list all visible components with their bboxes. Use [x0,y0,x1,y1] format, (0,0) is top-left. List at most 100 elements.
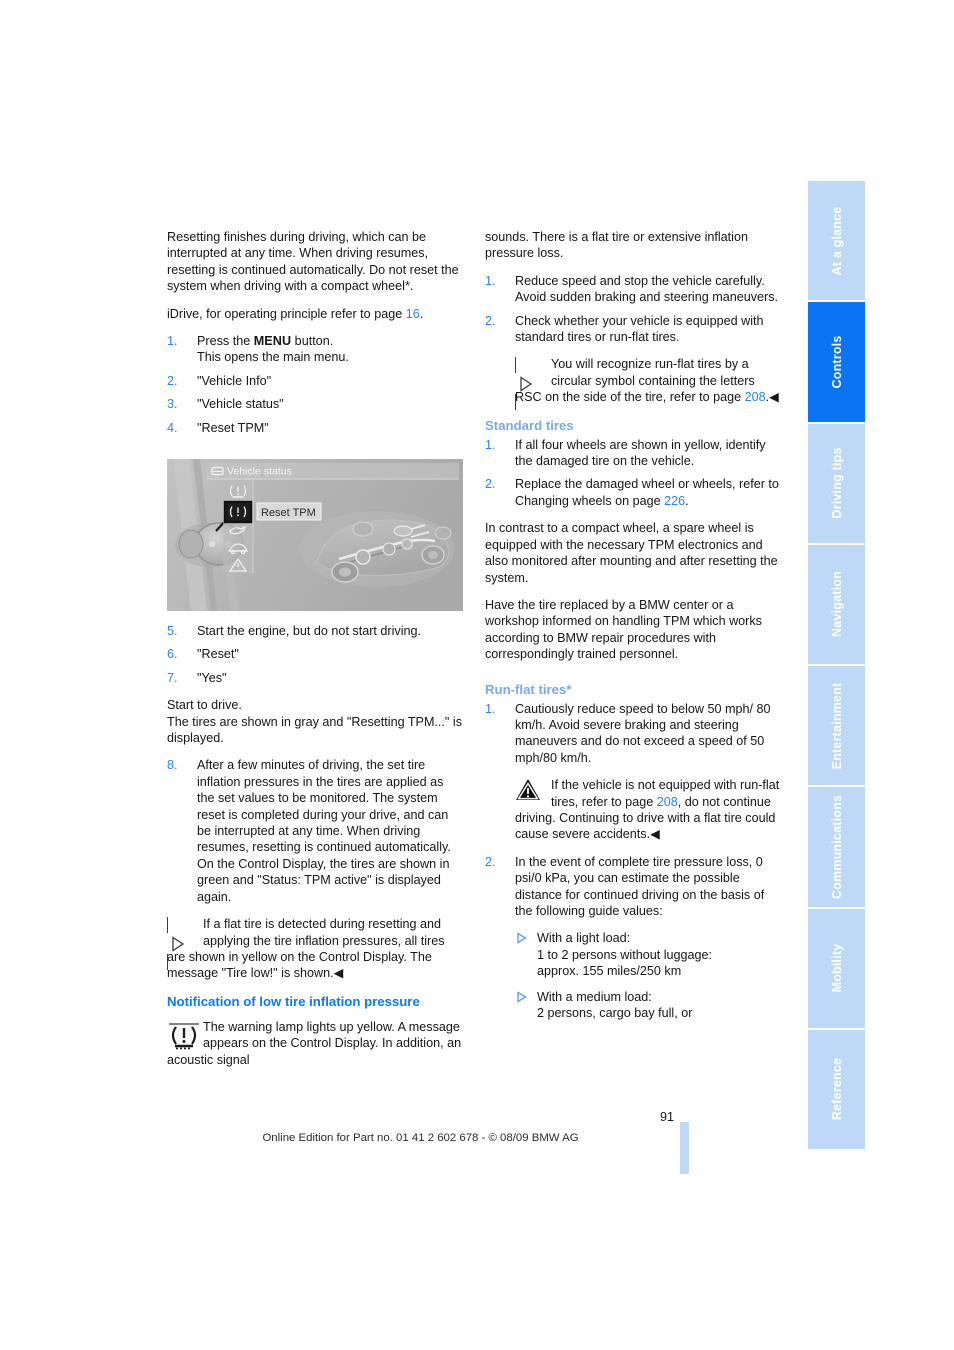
idrive-reference-text: iDrive, for operating principle refer to… [167,306,406,321]
tab-label: Reference [829,1058,844,1121]
step-item: 2. Check whether your vehicle is equipped… [485,313,780,346]
continuation-paragraph: sounds. There is a flat tire or extensiv… [485,230,748,261]
figure-menu-item-label: Reset TPM [261,507,316,519]
tpm-warning-lamp-icon [169,1023,199,1049]
page-ref-208b[interactable]: 208 [657,795,678,809]
warning-lamp-text: The warning lamp lights up yellow. A mes… [167,1019,462,1067]
step-item: 2. In the event of complete tire pressure… [485,854,780,920]
step-item: 6. "Reset" [167,646,462,662]
idrive-reference-line: iDrive, for operating principle refer to… [167,306,462,322]
guide-line-1: With a light load: [537,931,631,946]
step-item: 1. Reduce speed and stop the vehicle care… [485,273,780,306]
start-to-drive-line1: Start to drive. [167,698,242,713]
tab-mobility[interactable]: Mobility [808,908,865,1030]
step-item: 1. Press the MENU button. This opens the … [167,333,462,366]
step-text: "Vehicle Info" [197,373,272,388]
tab-label: Communications [829,794,844,899]
note-text: If a flat tire is detected during resett… [167,917,445,981]
triangle-bullet-icon [516,990,527,1003]
steps-list-5-7: 5. Start the engine, but do not start dri… [167,623,462,686]
step-item: 4. "Reset TPM" [167,420,462,436]
start-to-drive-line2: The tires are shown in gray and "Resetti… [167,714,462,746]
tab-label: Entertainment [829,682,844,769]
step-number: 3. [167,397,178,412]
step-text: "Yes" [197,670,227,685]
footer-accent-bar [680,1122,689,1174]
step-text: If all four wheels are shown in yellow, … [515,437,766,469]
vehicle-chassis-illustration [299,511,455,587]
tab-entertainment[interactable]: Entertainment [808,666,865,788]
step-text: "Vehicle status" [197,397,284,412]
note-icon-wrap [515,357,545,410]
step-number: 6. [167,647,178,662]
section-tab-strip: At a glance Controls Driving tips Naviga… [808,181,865,1149]
intro-paragraph: Resetting finishes during driving, which… [167,230,459,294]
step-number: 5. [167,624,178,638]
note-icon-wrap [167,917,197,970]
step-text: "Reset TPM" [197,420,269,435]
tab-label: Driving tips [829,447,844,519]
step-number: 1. [485,701,496,716]
menu-button-label: MENU [253,334,292,349]
step-text-second-line: This opens the main menu. [197,350,349,365]
figure-inner: Vehicle status Reset TPM [167,459,463,611]
page-ref-226[interactable]: 226 [664,494,685,508]
steps-list-1-4: 1. Press the MENU button. This opens the … [167,333,462,436]
heading-run-flat-tires: Run-flat tires* [485,681,572,697]
step-text: In the event of complete tire pressure l… [515,854,765,918]
tab-at-a-glance[interactable]: At a glance [808,181,865,303]
tab-label: Navigation [829,571,844,638]
step-text: Press the [197,334,254,349]
idrive-reference-period: . [419,306,424,321]
step-text: Check whether your vehicle is equipped w… [515,313,764,345]
note-end-mark: ◀ [650,827,660,842]
guide-values-list: With a light load: 1 to 2 persons withou… [515,930,780,1021]
step-number: 2. [485,854,496,869]
step-item: 8. After a few minutes of driving, the se… [167,757,462,905]
reset-tpm-icon [223,500,253,524]
guide-line-2: 2 persons, cargo bay full, or [537,1006,693,1021]
step-item: 1. Cautiously reduce speed to below 50 mp… [485,701,780,767]
steps-list-run-flat-1: 1. Cautiously reduce speed to below 50 mp… [485,701,780,767]
tab-driving-tips[interactable]: Driving tips [808,423,865,545]
step-number: 7. [167,670,178,685]
right-text-column: sounds. There is a flat tire or extensiv… [485,229,780,1029]
step-text: "Reset" [197,647,239,662]
page-ref-16[interactable]: 16 [406,307,420,321]
step-text: Start the engine, but do not start drivi… [197,624,422,638]
step-number: 1. [485,273,496,288]
step-item: 3. "Vehicle status" [167,396,462,412]
note-end-mark: ◀ [333,966,344,981]
guide-line-2: 1 to 2 persons without luggage: [537,947,713,962]
heading-standard-tires: Standard tires [485,417,574,433]
tab-reference[interactable]: Reference [808,1029,865,1149]
heading-notification-low-pressure: Notification of low tire inflation press… [167,993,420,1009]
step-number: 2. [485,477,496,492]
note-end-mark: ◀ [769,390,779,405]
warning-icon-wrap [515,778,545,804]
tab-label: Controls [829,335,844,389]
guide-line-3: approx. 155 miles/250 km [537,964,682,979]
idrive-screen-illustration: Vehicle status Reset TPM [167,459,463,611]
step-item: 1. If all four wheels are shown in yellow… [485,437,780,470]
tab-controls[interactable]: Controls [808,302,865,424]
step-text: Cautiously reduce speed to below 50 mph/… [515,701,771,765]
left-text-column-lower: 5. Start the engine, but do not start dri… [167,623,462,1079]
step-number: 8. [167,758,178,773]
note-flat-tire-detected: If a flat tire is detected during resett… [167,916,462,982]
step-item: 2. "Vehicle Info" [167,373,462,389]
step-item: 5. Start the engine, but do not start dri… [167,623,462,639]
bmw-center-paragraph: Have the tire replaced by a BMW center o… [485,597,762,662]
warning-triangle-icon [516,779,540,801]
step-text: Reduce speed and stop the vehicle carefu… [515,273,779,305]
note-rsc-symbol: You will recognize run-flat tires by a c… [515,356,780,410]
tab-communications[interactable]: Communications [808,787,865,909]
tab-navigation[interactable]: Navigation [808,544,865,666]
step-number: 1. [167,334,178,349]
page-number: 91 [659,1110,674,1124]
tpm-warning-lamp-icon-wrap [167,1020,199,1049]
triangle-bullet-icon [516,932,527,945]
tab-label: At a glance [829,206,844,276]
step-text: Replace the damaged wheel or wheels, ref… [515,477,779,508]
page-ref-208[interactable]: 208 [745,390,766,404]
